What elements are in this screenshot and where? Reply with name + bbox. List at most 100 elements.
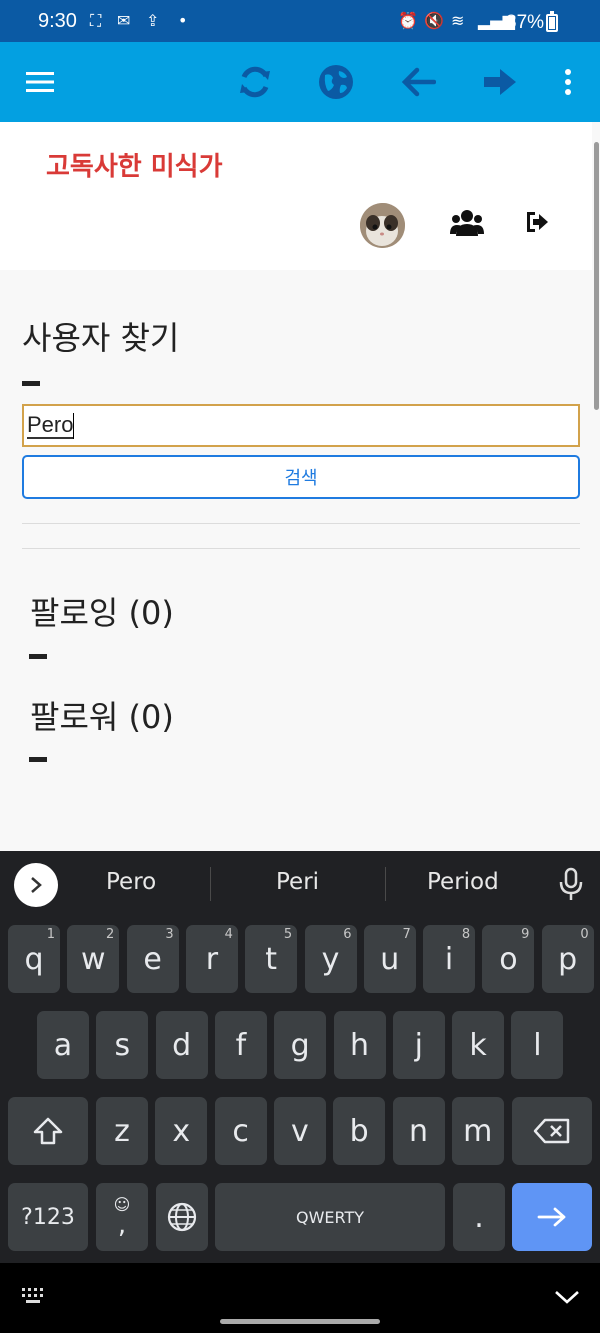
suggestion-2[interactable]: Peri <box>276 869 319 895</box>
key-label: o <box>499 941 518 977</box>
key-l[interactable]: l <box>511 1011 564 1079</box>
friends-button[interactable] <box>450 208 484 238</box>
key-label: s <box>114 1027 131 1063</box>
backspace-key[interactable] <box>512 1097 592 1165</box>
avatar[interactable] <box>360 203 405 248</box>
search-button[interactable]: 검색 <box>22 455 580 499</box>
key-label: q <box>24 941 44 977</box>
key-k[interactable]: k <box>452 1011 505 1079</box>
key-label: g <box>290 1027 310 1063</box>
key-hint: 3 <box>165 927 174 942</box>
suggestion-1[interactable]: Pero <box>106 869 156 895</box>
period-key[interactable]: . <box>453 1183 505 1251</box>
key-u[interactable]: u7 <box>363 925 416 993</box>
page-scrollbar[interactable] <box>594 142 599 410</box>
key-label: a <box>53 1027 73 1063</box>
key-w[interactable]: w2 <box>67 925 120 993</box>
refresh-button[interactable] <box>233 60 277 104</box>
suggestion-strip: Pero Peri Period <box>0 851 600 917</box>
key-n[interactable]: n <box>392 1097 445 1165</box>
users-icon <box>450 210 484 236</box>
key-label: f <box>235 1027 247 1063</box>
key-j[interactable]: j <box>392 1011 445 1079</box>
key-label: c <box>232 1113 249 1149</box>
key-b[interactable]: b <box>333 1097 386 1165</box>
symbols-key[interactable]: ?123 <box>8 1183 88 1251</box>
key-label: v <box>291 1113 309 1149</box>
arrow-right-icon <box>537 1207 566 1227</box>
forward-arrow-icon <box>484 69 516 95</box>
key-c[interactable]: c <box>214 1097 267 1165</box>
key-t[interactable]: t5 <box>245 925 298 993</box>
key-r[interactable]: r4 <box>185 925 238 993</box>
key-h[interactable]: h <box>333 1011 386 1079</box>
key-hint: 1 <box>46 927 55 942</box>
globe-button[interactable] <box>314 60 358 104</box>
emoji-comma-key[interactable]: ☺ , <box>96 1183 148 1251</box>
key-o[interactable]: o9 <box>482 925 535 993</box>
key-label: h <box>349 1027 369 1063</box>
refresh-icon <box>240 66 270 98</box>
key-i[interactable]: i8 <box>423 925 476 993</box>
key-d[interactable]: d <box>155 1011 208 1079</box>
key-v[interactable]: v <box>273 1097 326 1165</box>
backspace-icon <box>533 1118 570 1144</box>
logout-button[interactable] <box>524 210 554 238</box>
key-hint: 4 <box>224 927 233 942</box>
key-f[interactable]: f <box>214 1011 267 1079</box>
cat-photo <box>360 203 405 248</box>
battery-icon <box>546 11 558 32</box>
key-s[interactable]: s <box>96 1011 149 1079</box>
key-e[interactable]: e3 <box>126 925 179 993</box>
key-label: x <box>172 1113 191 1149</box>
space-key[interactable]: QWERTY <box>215 1183 445 1251</box>
voice-input-button[interactable] <box>556 865 586 905</box>
key-z[interactable]: z <box>96 1097 148 1165</box>
key-x[interactable]: x <box>155 1097 208 1165</box>
key-p[interactable]: p0 <box>541 925 594 993</box>
site-title[interactable]: 고독사한 미식가 <box>46 146 223 183</box>
key-label: p <box>558 941 578 977</box>
key-label: u <box>380 941 400 977</box>
key-hint: 9 <box>521 927 530 942</box>
keyboard-toolbar-toggle[interactable] <box>14 863 58 907</box>
comma-label: , <box>117 1210 127 1240</box>
text-caret <box>73 412 75 439</box>
key-g[interactable]: g <box>274 1011 327 1079</box>
wifi-icon: ≋ <box>451 11 465 30</box>
enter-key[interactable] <box>512 1183 592 1251</box>
key-hint: 0 <box>580 927 589 942</box>
followers-heading[interactable]: 팔로워 (0) <box>30 692 174 738</box>
hide-keyboard-icon[interactable] <box>554 1289 580 1305</box>
globe-icon <box>319 65 353 99</box>
status-time: 9:30 <box>38 10 77 32</box>
app-toolbar <box>0 42 600 122</box>
menu-icon <box>26 72 54 92</box>
forward-button[interactable] <box>478 60 522 104</box>
key-y[interactable]: y6 <box>304 925 357 993</box>
key-hint: 5 <box>283 927 293 942</box>
keyboard-switcher-icon[interactable] <box>20 1286 48 1306</box>
language-key[interactable] <box>156 1183 208 1251</box>
key-a[interactable]: a <box>37 1011 89 1079</box>
key-m[interactable]: m <box>451 1097 504 1165</box>
site-header <box>0 122 592 270</box>
back-button[interactable] <box>396 60 440 104</box>
search-input[interactable]: Pero <box>22 404 580 447</box>
menu-button[interactable] <box>18 60 62 104</box>
overflow-menu-button[interactable] <box>546 60 590 104</box>
gesture-handle[interactable] <box>220 1319 380 1324</box>
key-label: r <box>205 941 219 977</box>
system-nav-bar <box>0 1263 600 1333</box>
heading-underline <box>22 381 40 386</box>
search-heading: 사용자 찾기 <box>22 319 180 357</box>
following-heading[interactable]: 팔로잉 (0) <box>30 588 174 634</box>
more-vert-icon <box>565 69 571 95</box>
suggestion-3[interactable]: Period <box>427 869 499 895</box>
battery-percent: 87% <box>506 12 545 33</box>
microphone-icon <box>559 867 583 900</box>
key-q[interactable]: q1 <box>8 925 60 993</box>
shift-key[interactable] <box>8 1097 88 1165</box>
status-bar: 9:30 ⛶ ✉ ⇪ • ⏰ 🔇 ≋ ▂▄▆ 87% <box>0 0 600 42</box>
divider <box>22 548 580 549</box>
